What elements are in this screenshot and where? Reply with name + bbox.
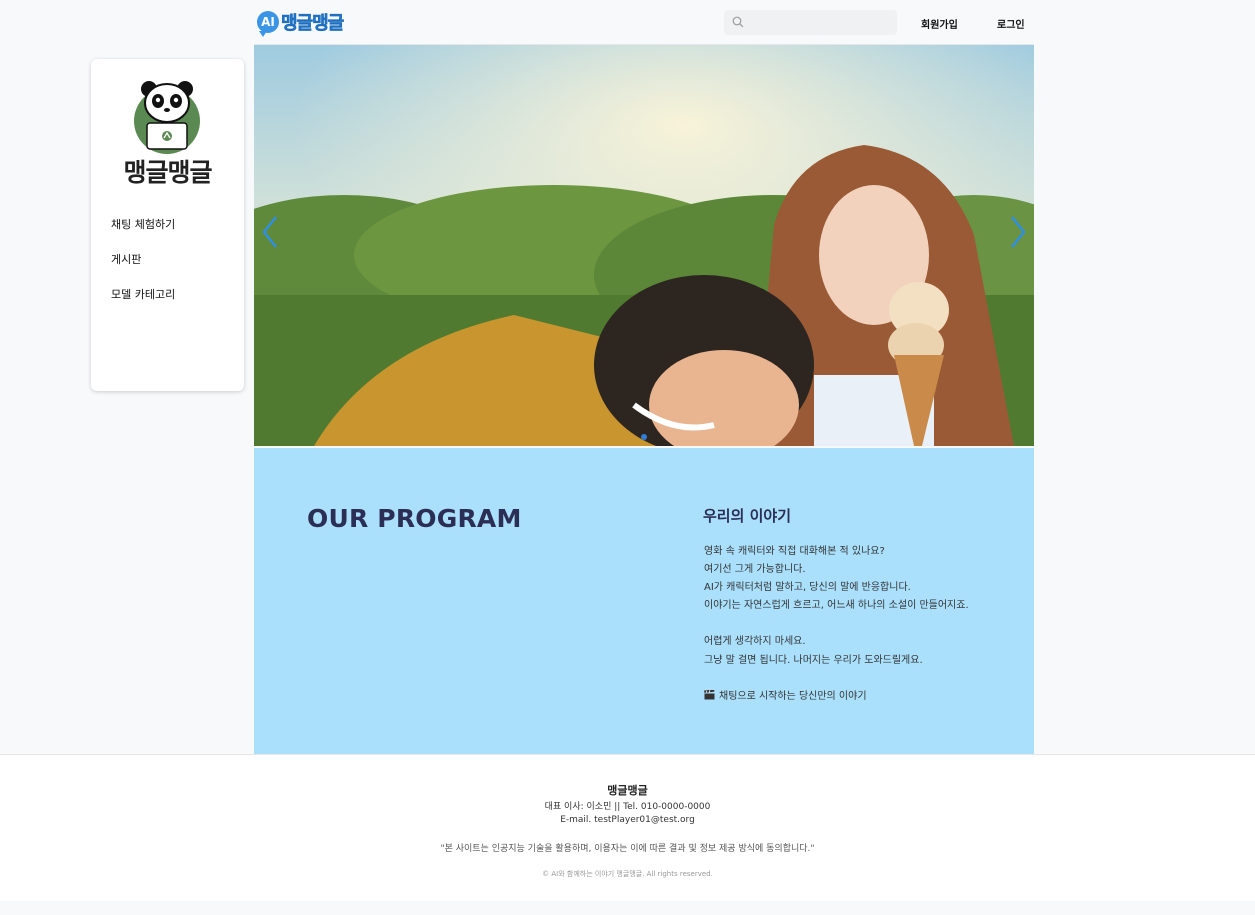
top-bar: AI 맹글맹글 회원가입 로그인 — [254, 0, 1034, 45]
panda-mascot-icon — [134, 81, 200, 154]
search-box[interactable] — [724, 10, 897, 35]
search-input[interactable] — [750, 12, 894, 34]
logo-ai-badge: AI — [257, 10, 279, 37]
sidebar-item-chat[interactable]: 채팅 체험하기 — [111, 216, 175, 232]
logo-text: 맹글맹글 — [281, 12, 345, 34]
carousel-indicator-dot[interactable] — [641, 434, 647, 440]
story-line: 그냥 말 걸면 됩니다. 나머지는 우리가 도와드릴게요. — [704, 655, 923, 666]
story-line: 이야기는 자연스럽게 흐르고, 어느새 하나의 소설이 만들어지죠. — [704, 600, 969, 611]
hero-image — [254, 45, 1034, 446]
program-section: OUR PROGRAM 우리의 이야기 영화 속 캐릭터와 직접 대화해본 적 … — [254, 448, 1034, 754]
footer-notice: "본 사이트는 인공지능 기술을 활용하며, 이용자는 이에 따른 결과 및 정… — [440, 844, 815, 854]
story-cta: 채팅으로 시작하는 당신만의 이야기 — [704, 687, 867, 702]
brand-logo[interactable]: 맹글맹글 — [111, 79, 221, 189]
footer-ceo: 대표 이사: 이소민 || Tel. 010-0000-0000 — [544, 802, 711, 812]
hero-carousel[interactable] — [254, 45, 1034, 446]
story-line: 여기선 그게 가능합니다. — [704, 564, 806, 575]
footer-email: E-mail. testPlayer01@test.org — [560, 815, 695, 825]
sidebar-item-model-category[interactable]: 모델 카테고리 — [111, 286, 175, 302]
login-link[interactable]: 로그인 — [997, 16, 1025, 31]
footer-brand: 맹글맹글 — [607, 784, 648, 797]
program-title: OUR PROGRAM — [307, 504, 522, 533]
story-line: 어렵게 생각하지 마세요. — [704, 636, 806, 647]
story-title: 우리의 이야기 — [703, 507, 792, 525]
story-line: AI가 캐릭터처럼 말하고, 당신의 말에 반응합니다. — [704, 582, 911, 593]
sidebar: 맹글맹글 채팅 체험하기 게시판 모델 카테고리 — [91, 59, 244, 391]
brand-name: 맹글맹글 — [123, 158, 212, 187]
carousel-next-arrow-icon[interactable] — [1008, 215, 1028, 249]
story-line: 영화 속 캐릭터와 직접 대화해본 적 있나요? — [704, 546, 885, 557]
site-logo[interactable]: AI 맹글맹글 — [257, 9, 345, 37]
sidebar-item-board[interactable]: 게시판 — [111, 251, 141, 267]
clapperboard-icon — [704, 690, 715, 700]
footer: 맹글맹글 대표 이사: 이소민 || Tel. 010-0000-0000 E-… — [0, 754, 1255, 901]
footer-copyright: © AI와 함께하는 이야기 맹글맹글. All rights reserved… — [542, 870, 713, 878]
search-icon — [732, 16, 744, 28]
signup-link[interactable]: 회원가입 — [921, 16, 958, 31]
story-cta-text: 채팅으로 시작하는 당신만의 이야기 — [719, 691, 867, 702]
carousel-prev-arrow-icon[interactable] — [260, 215, 280, 249]
